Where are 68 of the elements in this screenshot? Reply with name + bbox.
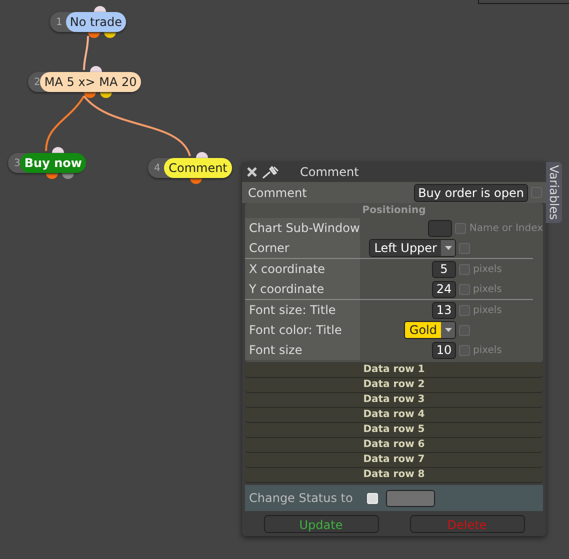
flow-node[interactable]: 3 Buy now [8,153,84,173]
checkbox[interactable] [459,242,470,254]
flow-node[interactable]: 1 No trade [50,12,126,32]
input-port-icon[interactable] [94,6,106,12]
collapsed-section-header[interactable]: Data row 6 [245,438,543,453]
input-port-icon[interactable] [90,66,102,72]
pin-icon[interactable] [262,165,280,179]
output-port-icon[interactable] [100,92,112,98]
collapsed-section-header[interactable]: Data row 2 [245,378,543,393]
output-port-icon[interactable] [104,32,116,38]
field-label: Font size [245,340,360,360]
collapsed-section-header[interactable]: Data row 8 [245,468,543,483]
node-label: No trade [66,12,126,32]
checkbox[interactable] [455,222,466,234]
output-port-icon[interactable] [46,173,58,179]
flow-node[interactable]: 4 Comment [148,158,232,178]
unit-label: pixels [473,344,502,358]
unit-label: pixels [473,282,502,296]
node-number: 2 [34,76,40,90]
flow-node[interactable]: 2 MA 5 x> MA 20 [28,72,140,92]
number-field[interactable]: 10 [432,342,456,358]
collapsed-section-header[interactable]: Data row 4 [245,408,543,423]
node-number: 1 [56,16,64,30]
input-port-icon[interactable] [52,147,64,153]
output-port-icon[interactable] [190,178,202,184]
field-label: Change Status to [249,490,354,507]
output-port-icon[interactable] [84,92,96,98]
checkbox[interactable] [459,264,470,274]
dropdown[interactable]: Left Upper [369,239,456,257]
unit-label: pixels [473,262,502,276]
close-icon[interactable] [246,166,258,178]
checkbox[interactable] [459,344,470,356]
collapsed-section-header[interactable]: Data row 1 [245,363,543,378]
section-header: Positioning [361,204,427,218]
unit-label: Name or Index [469,222,543,236]
update-button[interactable]: Update [264,515,378,533]
collapsed-section-header[interactable]: Data row 5 [245,423,543,438]
field-label: Corner [245,238,360,258]
field-label: Font size: Title [245,300,360,320]
node-number: 3 [14,156,20,170]
checkbox[interactable] [459,324,470,336]
node-number: 4 [154,162,162,176]
status-field[interactable] [386,490,435,506]
collapsed-section-header[interactable]: Data row 3 [245,393,543,408]
number-field[interactable]: 13 [432,302,456,318]
field-label: X coordinate [245,259,360,279]
number-field[interactable]: 24 [432,280,456,298]
input-port-icon[interactable] [196,152,208,158]
field-label: Comment [248,184,308,202]
collapsed-section-header[interactable]: Data row 7 [245,453,543,468]
output-port-icon[interactable] [88,32,100,38]
node-label: Buy now [20,153,86,173]
node-label: MA 5 x> MA 20 [40,72,141,92]
side-tab[interactable]: Variables [546,162,562,223]
output-port-icon[interactable] [62,173,74,179]
field-label: Font color: Title [245,320,360,340]
checkbox[interactable] [459,284,470,294]
node-label: Comment [164,158,232,178]
window-title: Comment [300,164,359,181]
checkbox[interactable] [459,304,470,316]
unit-label: pixels [473,304,502,318]
field-label: Y coordinate [245,279,360,299]
connector-line [83,36,89,70]
text-field[interactable]: Buy order is open [414,184,528,202]
number-field[interactable] [428,220,452,236]
dropdown[interactable]: Gold [404,321,456,339]
number-field[interactable]: 5 [432,260,456,278]
field-label: Chart Sub-Window [245,218,360,238]
